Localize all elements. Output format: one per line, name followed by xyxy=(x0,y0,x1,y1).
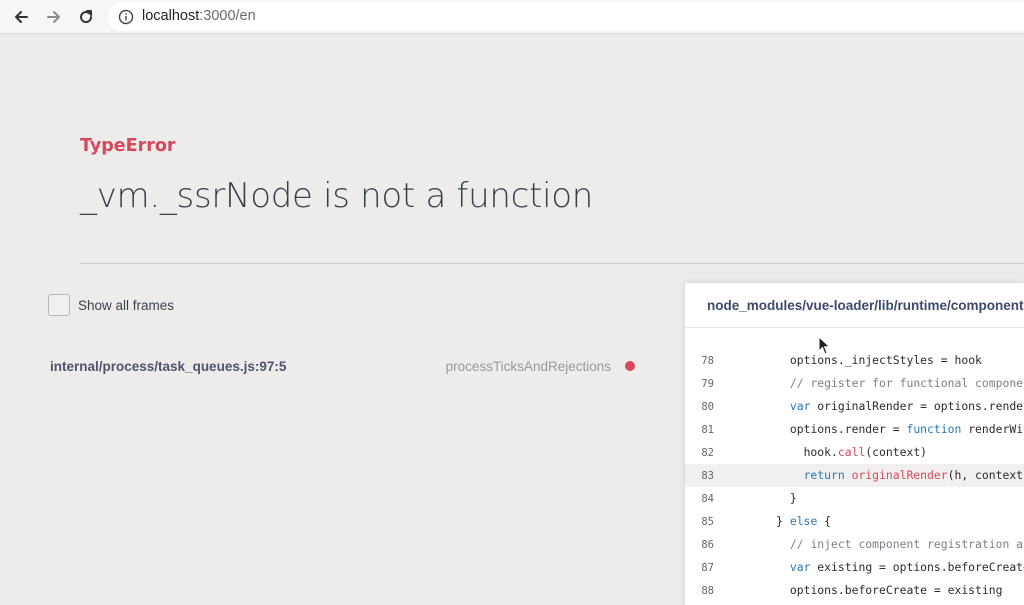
frame-file[interactable]: internal/process/task_queues.js:97:5 xyxy=(50,359,286,374)
arrow-left-icon xyxy=(15,11,28,23)
line-number: 78 xyxy=(701,355,714,367)
code-text: options._injectStyles = hook xyxy=(735,353,982,367)
code-token: } xyxy=(789,491,797,505)
code-function: originalRender xyxy=(844,468,948,482)
arrow-right-icon xyxy=(47,11,60,23)
code-line: 82 hook.call(context) xyxy=(685,441,1024,464)
line-number: 80 xyxy=(701,401,714,413)
code-comment: // inject component registration as bef xyxy=(789,537,1024,551)
code-token: hook. xyxy=(803,445,838,459)
line-number: 87 xyxy=(701,562,714,574)
url-host: localhost xyxy=(142,8,200,24)
code-token: } xyxy=(776,514,790,528)
line-number: 83 xyxy=(701,470,714,482)
code-text: } xyxy=(735,491,797,505)
frame-function[interactable]: processTicksAndRejections xyxy=(446,359,611,374)
code-text: options.beforeCreate = existing xyxy=(735,583,1003,597)
line-number: 81 xyxy=(701,424,714,436)
divider xyxy=(80,263,1024,264)
reload-button[interactable] xyxy=(73,4,99,30)
code-token: renderWithSty xyxy=(968,422,1024,436)
source-panel-header: node_modules/vue-loader/lib/runtime/comp… xyxy=(685,283,1024,328)
code-keyword: var xyxy=(789,399,811,413)
code-token: options.render = xyxy=(789,422,907,436)
code-text: return originalRender(h, context) xyxy=(735,468,1024,482)
source-code: 78 options._injectStyles = hook 79 // reg… xyxy=(685,349,1024,602)
code-keyword: return xyxy=(803,468,845,482)
code-token: originalRender = options.render xyxy=(810,399,1024,413)
code-line: 80 var originalRender = options.render xyxy=(685,395,1024,418)
code-keyword: else xyxy=(789,514,818,528)
show-all-frames-label[interactable]: Show all frames xyxy=(78,298,174,313)
stack-frame-row[interactable]: internal/process/task_queues.js:97:5 pro… xyxy=(50,356,640,378)
line-number: 82 xyxy=(701,447,714,459)
info-circle-icon[interactable] xyxy=(118,9,134,25)
line-number: 79 xyxy=(701,378,714,390)
line-number: 85 xyxy=(701,516,714,528)
code-line: 85 } else { xyxy=(685,510,1024,533)
code-line: 79 // register for functional component … xyxy=(685,372,1024,395)
show-all-frames-checkbox[interactable] xyxy=(48,294,70,316)
code-token: { xyxy=(817,514,832,528)
back-button[interactable] xyxy=(8,4,34,30)
code-line: 87 var existing = options.beforeCreate xyxy=(685,556,1024,579)
code-text: var existing = options.beforeCreate xyxy=(735,560,1024,574)
source-code-panel: node_modules/vue-loader/lib/runtime/comp… xyxy=(685,283,1024,605)
line-number: 86 xyxy=(701,539,714,551)
code-text: options.render = function renderWithSty xyxy=(735,422,1024,436)
reload-icon xyxy=(80,10,93,24)
forward-button[interactable] xyxy=(41,4,67,30)
code-token: (h, context) xyxy=(947,468,1024,482)
code-text: // inject component registration as bef xyxy=(735,537,1024,551)
code-line: 88 options.beforeCreate = existing xyxy=(685,579,1024,602)
line-number: 84 xyxy=(701,493,714,505)
code-token: (context) xyxy=(865,445,928,459)
error-type: TypeError xyxy=(80,136,176,156)
code-line: 78 options._injectStyles = hook xyxy=(685,349,1024,372)
url-text[interactable]: localhost:3000/en xyxy=(142,8,256,24)
code-keyword: function xyxy=(906,422,962,436)
code-text: } else { xyxy=(735,514,831,528)
code-token: existing = options.beforeCreate xyxy=(810,560,1024,574)
source-file-path[interactable]: node_modules/vue-loader/lib/runtime/comp… xyxy=(707,298,1024,313)
error-message: _vm._ssrNode is not a function xyxy=(80,176,593,216)
code-line: 84 } xyxy=(685,487,1024,510)
code-function: call xyxy=(837,445,866,459)
url-path: :3000/en xyxy=(199,8,256,24)
mouse-cursor-icon xyxy=(818,336,831,355)
code-text: // register for functional component in xyxy=(735,376,1024,390)
browser-toolbar: localhost:3000/en xyxy=(0,0,1024,34)
code-line: 81 options.render = function renderWithS… xyxy=(685,418,1024,441)
frame-status-dot xyxy=(625,361,635,371)
code-comment: // register for functional component in xyxy=(789,376,1024,390)
code-line: 83 return originalRender(h, context) xyxy=(685,464,1024,487)
code-text: var originalRender = options.render xyxy=(735,399,1024,413)
line-number: 88 xyxy=(701,585,714,597)
code-text: hook.call(context) xyxy=(735,445,927,459)
code-token: _injectStyles = hook xyxy=(844,353,982,367)
code-keyword: var xyxy=(789,560,811,574)
code-token: options.beforeCreate = existing xyxy=(789,583,1003,597)
address-bar[interactable]: localhost:3000/en xyxy=(108,2,1024,31)
code-line: 86 // inject component registration as b… xyxy=(685,533,1024,556)
